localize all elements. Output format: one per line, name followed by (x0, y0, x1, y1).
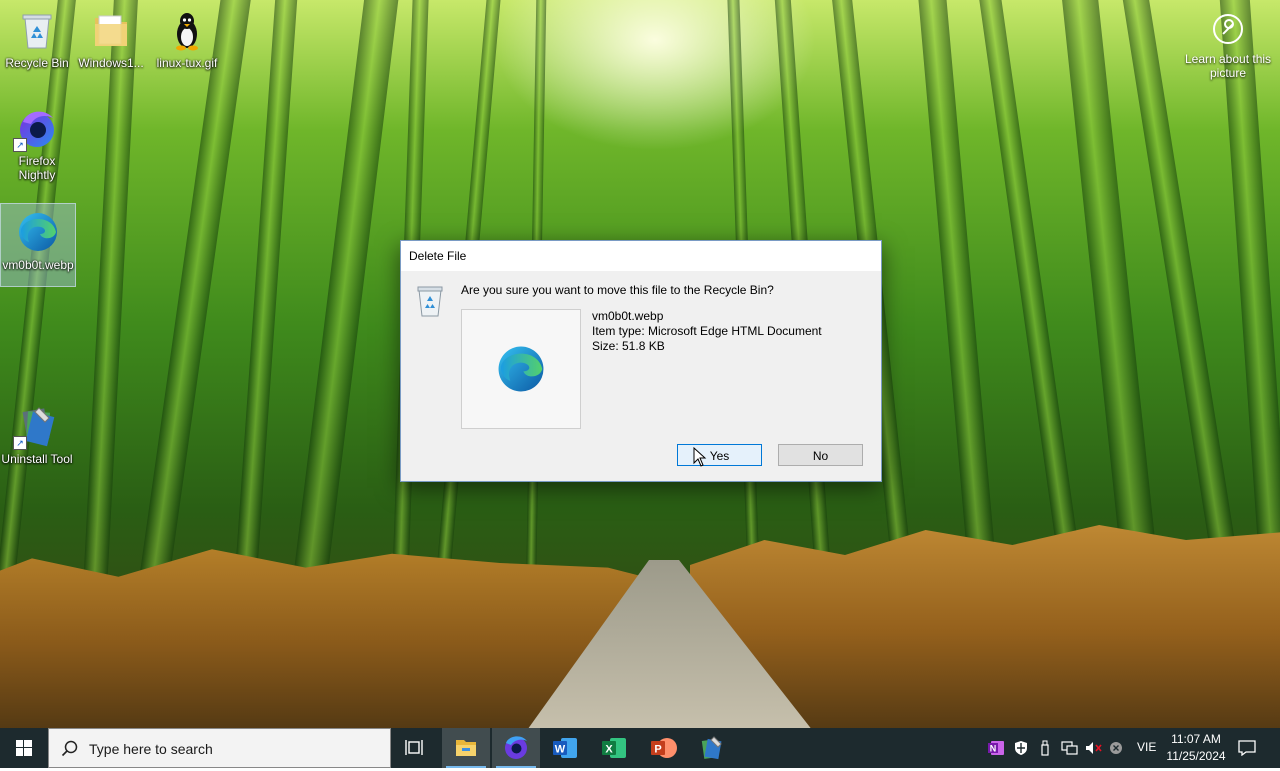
desktop-icon-label: Recycle Bin (5, 56, 69, 70)
edge-icon (16, 210, 60, 254)
tux-penguin-icon (165, 8, 209, 52)
folder-icon (89, 8, 133, 52)
onenote-icon[interactable]: N (987, 740, 1005, 756)
firefox-nightly-icon (505, 736, 527, 759)
taskbar-search-box[interactable]: Type here to search (48, 728, 391, 768)
search-icon (61, 740, 78, 757)
firefox-nightly-icon: ↗ (13, 106, 59, 152)
file-explorer-icon (456, 740, 476, 756)
desktop-icon-label: Firefox Nightly (18, 154, 56, 182)
svg-text:P: P (654, 744, 661, 756)
desktop-icon-linux-tux[interactable]: linux-tux.gif (150, 8, 224, 70)
input-language[interactable]: VIE (1137, 740, 1156, 754)
svg-text:W: W (555, 744, 566, 756)
desktop-icon-windows-folder[interactable]: Windows1... (74, 8, 148, 70)
edge-icon (495, 343, 547, 398)
desktop-icon-label: linux-tux.gif (156, 56, 218, 70)
clock-time: 11:07 AM (1171, 732, 1221, 746)
clock[interactable]: 11:07 AM 11/25/2024 (1164, 731, 1228, 765)
taskbar-firefox-nightly[interactable] (492, 728, 540, 768)
windows-logo-icon (16, 740, 32, 756)
file-size: Size: 51.8 KB (592, 339, 665, 353)
volume-muted-icon[interactable] (1085, 740, 1103, 756)
taskbar-excel[interactable]: X (590, 728, 638, 768)
recycle-bin-icon (415, 284, 445, 318)
start-button[interactable] (0, 728, 48, 768)
learn-about-label: Learn about this picture (1184, 52, 1272, 80)
file-info: vm0b0t.webp Item type: Microsoft Edge HT… (592, 309, 822, 354)
task-view-icon (405, 740, 423, 755)
taskbar-word[interactable]: W (541, 728, 589, 768)
no-button[interactable]: No (778, 444, 863, 466)
notifications-icon[interactable] (1238, 740, 1256, 756)
task-view-button[interactable] (392, 728, 440, 768)
taskbar: Type here to search W X P N VIE 11:07 AM… (0, 728, 1280, 768)
taskbar-powerpoint[interactable]: P (639, 728, 687, 768)
yes-button[interactable]: Yes (677, 444, 762, 466)
confirm-question: Are you sure you want to move this file … (461, 283, 774, 297)
desktop-icon-label: vm0b0t.webp (2, 258, 74, 272)
taskbar-file-explorer[interactable] (442, 728, 490, 768)
svg-text:N: N (990, 744, 997, 754)
desktop-icon-label: Uninstall Tool (1, 452, 73, 466)
clock-date: 11/25/2024 (1166, 749, 1226, 763)
defender-shield-icon[interactable] (1013, 740, 1029, 756)
mouse-cursor-icon (693, 446, 707, 470)
dialog-title: Delete File (401, 241, 881, 271)
camera-lens-icon (1213, 14, 1243, 44)
taskbar-uninstall-tool[interactable] (688, 728, 736, 768)
desktop-icon-label: Windows1... (78, 56, 144, 70)
recycle-bin-icon (15, 8, 59, 52)
network-icon[interactable] (1060, 740, 1078, 756)
file-item-type: Item type: Microsoft Edge HTML Document (592, 324, 822, 338)
uninstall-tool-icon (701, 736, 722, 760)
excel-icon: X (602, 738, 626, 758)
learn-about-picture[interactable]: Learn about this picture (1184, 14, 1272, 80)
usb-device-icon[interactable] (1039, 740, 1051, 756)
desktop-icon-uninstall-tool[interactable]: ↗ Uninstall Tool (0, 404, 74, 466)
svg-text:X: X (605, 744, 613, 756)
desktop-icon-vm0b0t-webp[interactable]: vm0b0t.webp (0, 203, 76, 287)
file-thumbnail (461, 309, 581, 429)
powerpoint-icon: P (651, 738, 677, 758)
delete-file-dialog: Delete File Are you sure you want to mov… (400, 240, 882, 482)
close-circle-icon[interactable] (1109, 740, 1123, 756)
search-placeholder: Type here to search (89, 741, 213, 757)
uninstall-tool-icon: ↗ (13, 404, 59, 450)
desktop-icon-recycle-bin[interactable]: Recycle Bin (0, 8, 74, 70)
file-name: vm0b0t.webp (592, 309, 664, 323)
word-icon: W (553, 738, 577, 758)
desktop-icon-firefox-nightly[interactable]: ↗ Firefox Nightly (0, 106, 74, 182)
